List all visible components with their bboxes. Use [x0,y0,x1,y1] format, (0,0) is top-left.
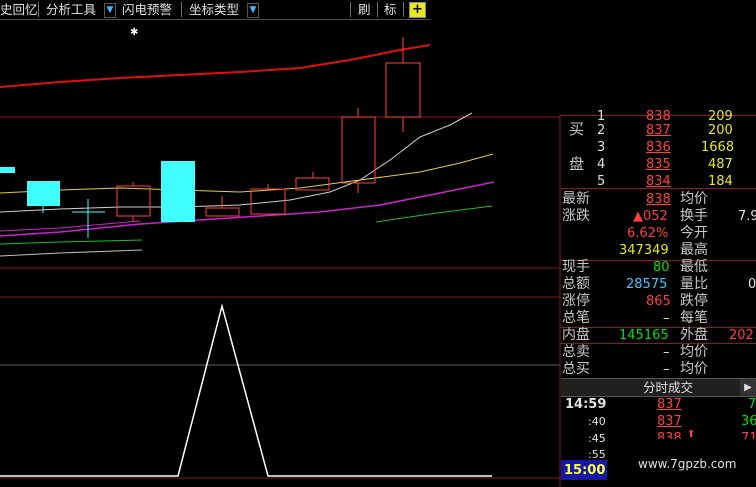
low-label: 最低 [680,259,708,275]
avg-label: 均价 [680,191,708,207]
tick-time: 14:59 [565,397,607,412]
ma-yellow-line [0,153,494,194]
per-trade-label: 每笔 [680,310,708,326]
order-level: 5 [597,174,606,189]
candle-up [385,62,421,118]
volume-ratio-label: 量比 [680,276,708,292]
ma-white-line [0,112,473,213]
turnover-label: 换手 [680,208,708,224]
ma-red-line [0,44,431,88]
avg-price-label: 均价 [680,361,708,377]
order-level: 3 [597,140,606,155]
inner-volume-value: 145165 [619,328,669,343]
tick-price: 838 [657,431,682,439]
change-label: 涨跌 [562,208,590,224]
order-volume: 1668 [701,140,735,155]
tick-price: 837 [657,397,682,412]
next-arrow-icon[interactable]: ▶ [740,379,756,396]
ma-green-line-right [375,205,493,223]
tick-volume: 7 [748,397,756,412]
ma-gray-line [0,249,143,257]
high-label: 最高 [680,242,708,258]
tick-volume: 36 [741,414,756,429]
amount-label: 总额 [562,276,590,292]
current-hand-value: 80 [653,260,670,275]
watermark: www.7gpzb.com [638,457,737,471]
avg-price-label: 均价 [680,344,708,360]
change-percent: 6.62% [627,226,669,241]
order-price[interactable]: 835 [646,156,671,173]
limit-up-value: 865 [646,294,671,309]
limit-down-label: 跌停 [680,293,708,309]
inner-volume-label: 内盘 [562,327,590,343]
limit-up-label: 涨停 [562,293,590,309]
order-level: 2 [597,123,606,138]
tick-volume: 71 [741,431,756,439]
order-volume: 487 [708,157,733,172]
tick-time: 15:00 [564,463,606,478]
outer-volume-label: 外盘 [680,327,708,343]
total-buy-value: – [663,362,670,377]
order-price[interactable]: 836 [646,139,671,156]
up-arrow-icon: ⬆ [687,429,696,440]
total-sell-label: 总卖 [562,344,590,360]
order-price[interactable]: 837 [646,122,671,139]
latest-value: 838 [646,192,671,207]
candle-down [0,167,15,173]
total-trades-value: – [663,311,670,326]
candle-up [205,207,240,217]
total-sell-value: – [663,345,670,360]
candle-down [27,181,60,206]
amount-value: 28575 [626,277,668,292]
tick-trades-tab[interactable]: 分时成交 ▶ [561,378,756,397]
order-price[interactable]: 834 [646,173,671,190]
latest-label: 最新 [562,191,590,207]
tick-time: :55 [588,448,606,461]
tick-trades-tab-label: 分时成交 [643,380,694,395]
change-value: ▲052 [633,209,668,224]
tick-time: :45 [588,432,606,445]
order-level: 4 [597,157,606,172]
peak-marker-icon: ✱ [130,27,138,38]
outer-volume-value: 202 [729,328,754,343]
buy-label: 买 [569,120,585,138]
total-buy-label: 总买 [562,361,590,377]
order-volume: 200 [708,123,733,138]
total-trades-label: 总笔 [562,310,590,326]
current-hand-label: 现手 [562,259,590,275]
tick-time: :40 [588,415,606,428]
order-volume: 184 [708,174,733,189]
candle-up [116,185,151,217]
indicator-line [0,303,492,477]
volume-value: 347349 [619,243,669,258]
turnover-value: 7.9 [738,209,756,224]
buy-label: 盘 [569,155,585,173]
volume-ratio-value: 0 [748,277,756,292]
tick-price: 837 [657,414,682,429]
candle-down [161,161,195,222]
open-label: 今开 [680,225,708,241]
ma-green-line [0,239,143,245]
